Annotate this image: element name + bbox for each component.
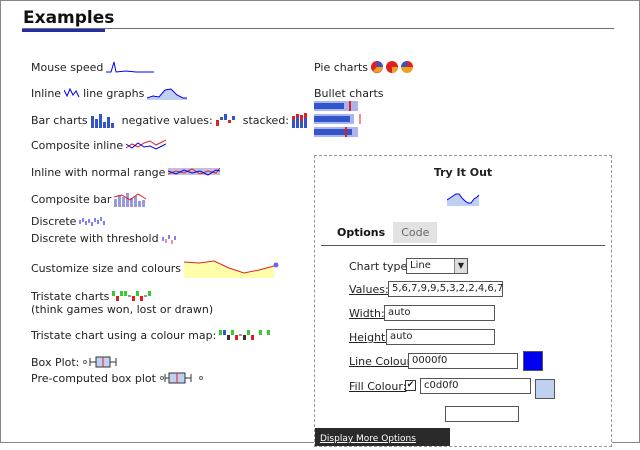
- composite-bar-label: Composite bar: [31, 192, 112, 206]
- width-label: Width:: [349, 307, 385, 320]
- precomputed-box-label: Pre-computed box plot: [31, 371, 156, 385]
- line-colour-swatch[interactable]: [523, 351, 543, 371]
- stacked-label: stacked:: [242, 113, 290, 127]
- chevron-down-icon[interactable]: ▼: [454, 259, 467, 273]
- pie-charts-label: Pie charts: [314, 60, 369, 74]
- example-tristate-colour-map: Tristate chart using a colour map:: [31, 328, 275, 342]
- normal-range-sparkline: [168, 167, 221, 176]
- bar-charts-label: Bar charts: [31, 113, 88, 127]
- example-composite-inline: Composite inline: [31, 138, 167, 152]
- fill-colour-checkbox[interactable]: ✔: [405, 380, 416, 391]
- example-customize: Customize size and colours: [31, 258, 280, 278]
- display-more-options-button[interactable]: Display More Options: [315, 428, 450, 446]
- customize-sparkline: [184, 260, 279, 278]
- bullet-charts-label: Bullet charts: [314, 87, 384, 100]
- example-mouse-speed: Mouse speed: [31, 60, 156, 74]
- extra-option-input[interactable]: [445, 406, 519, 422]
- stacked-bar-sparkline: [292, 113, 308, 128]
- example-bullet-charts: Bullet charts: [314, 87, 384, 100]
- composite-bar-sparkline: [114, 193, 147, 207]
- page-title: Examples: [23, 8, 115, 28]
- fill-colour-label: Fill Colour:: [349, 380, 407, 393]
- mouse-speed-label: Mouse speed: [31, 60, 104, 74]
- chart-type-value: Line: [410, 260, 431, 271]
- negative-values-label: negative values:: [121, 113, 213, 127]
- title-rule: [22, 28, 614, 29]
- negative-bar-sparkline: [215, 114, 235, 126]
- try-it-out-panel: Try It Out Options Code Chart type: Line…: [314, 155, 612, 447]
- tristate-note-row: (think games won, lost or drawn): [31, 303, 213, 316]
- values-label: Values:: [349, 283, 389, 296]
- normal-range-label: Inline with normal range: [31, 165, 166, 179]
- options-tabs: Options Code: [329, 222, 438, 243]
- title-underline: [22, 29, 105, 32]
- chart-type-select[interactable]: Line ▼: [406, 258, 468, 274]
- fill-colour-input[interactable]: c0d0f0: [420, 378, 531, 394]
- fill-colour-swatch[interactable]: [535, 379, 555, 399]
- bar-sparkline: [90, 114, 114, 128]
- line-colour-label: Line Colour:: [349, 355, 415, 368]
- line-graphs-label: line graphs: [83, 86, 145, 100]
- example-tristate: Tristate charts: [31, 289, 164, 303]
- example-box-plot: Box Plot:: [31, 355, 118, 369]
- tristate-note: (think games won, lost or drawn): [31, 303, 214, 316]
- box-plot-sparkline: [83, 356, 117, 368]
- line-colour-input[interactable]: 0000f0: [408, 353, 518, 369]
- example-inline-line: Inline line graphs: [31, 86, 188, 100]
- example-normal-range: Inline with normal range: [31, 165, 221, 179]
- height-input[interactable]: auto: [386, 329, 495, 345]
- values-input[interactable]: 5,6,7,9,9,5,3,2,2,4,6,7: [388, 281, 503, 297]
- inline-mini-sparkline: [64, 87, 80, 98]
- discrete-sparkline: [79, 216, 105, 226]
- discrete-threshold-label: Discrete with threshold: [31, 232, 159, 245]
- height-label: Height:: [349, 331, 390, 344]
- tristate-label: Tristate charts: [31, 289, 110, 303]
- example-composite-bar: Composite bar: [31, 191, 150, 207]
- bullet-chart-sparklines: [314, 101, 361, 137]
- try-it-out-title: Try It Out: [433, 166, 493, 179]
- tab-options[interactable]: Options: [329, 222, 393, 243]
- pie-chart-icons: [371, 61, 414, 73]
- composite-inline-label: Composite inline: [31, 138, 124, 152]
- example-discrete: Discrete: [31, 215, 107, 228]
- example-precomputed-box: Pre-computed box plot: [31, 371, 207, 385]
- tristate-colour-map-sparkline: [219, 330, 271, 340]
- width-input[interactable]: auto: [384, 305, 495, 321]
- example-discrete-threshold: Discrete with threshold: [31, 232, 178, 245]
- discrete-label: Discrete: [31, 215, 77, 228]
- box-plot-label: Box Plot:: [31, 355, 80, 369]
- chart-type-label: Chart type:: [349, 260, 412, 273]
- mouse-speed-sparkline: [106, 61, 155, 73]
- tristate-sparkline: [112, 291, 152, 301]
- tab-code[interactable]: Code: [393, 222, 438, 243]
- example-pie-charts: Pie charts: [314, 60, 417, 74]
- preview-sparkline: [447, 193, 479, 206]
- composite-inline-sparkline: [126, 139, 167, 150]
- discrete-threshold-sparkline: [162, 234, 176, 244]
- customize-label: Customize size and colours: [31, 261, 182, 275]
- tristate-colour-map-label: Tristate chart using a colour map:: [31, 328, 217, 342]
- precomputed-box-sparkline: [159, 372, 203, 384]
- inline-label: Inline: [31, 86, 62, 100]
- tab-divider: [321, 245, 605, 246]
- example-bar-charts: Bar charts negative values: stacked:: [31, 112, 312, 128]
- line-graph-sparkline: [147, 88, 188, 100]
